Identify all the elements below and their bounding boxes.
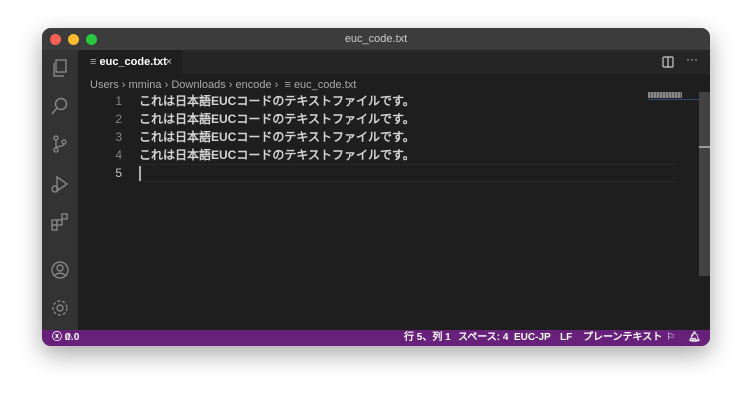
code-line: 4 これは日本語EUCコードのテキストファイルです。 [78, 146, 678, 164]
breadcrumb: Users › mmina › Downloads › encode › ≡ e… [90, 79, 357, 91]
line-number: 5 [115, 166, 122, 180]
vertical-scrollbar[interactable] [699, 92, 710, 276]
status-bar: ⓧ 0 ⚠ 0 行 5、列 1 スペース: 4 EUC-JP LF プレーンテキ… [42, 330, 710, 346]
language-mode[interactable]: プレーンテキスト [583, 330, 662, 346]
tab-euc-code[interactable]: ≡ euc_code.txt × [78, 50, 182, 74]
minimap[interactable] [648, 92, 682, 98]
editor-window: euc_code.txt ≡ euc_code.txt × ··· Users … [42, 28, 710, 346]
problems-indicator[interactable]: ⓧ 0 ⚠ 0 [52, 330, 79, 346]
minimize-window-button[interactable] [68, 34, 79, 45]
code-line: 3 これは日本語EUCコードのテキストファイルです。 [78, 128, 678, 146]
line-text: これは日本語EUCコードのテキストファイルです。 [139, 130, 415, 144]
feedback-icon[interactable]: ⚐ [666, 330, 675, 346]
breadcrumb-item[interactable]: encode [236, 79, 272, 91]
encoding[interactable]: EUC-JP [514, 330, 551, 346]
text-cursor [139, 166, 141, 181]
overview-ruler-cursor [699, 146, 710, 148]
activity-bar [42, 50, 78, 330]
source-control-icon[interactable] [50, 134, 70, 154]
breadcrumb-item[interactable]: Users [90, 79, 119, 91]
tab-label: euc_code.txt [99, 56, 167, 68]
minimap-cursor-line [648, 99, 700, 100]
breadcrumb-item[interactable]: mmina [129, 79, 162, 91]
tab-bar: ≡ euc_code.txt × ··· [78, 50, 710, 74]
more-actions-icon[interactable]: ··· [686, 52, 698, 66]
indentation[interactable]: スペース: 4 [458, 330, 508, 346]
account-icon[interactable] [50, 260, 70, 280]
cursor-position[interactable]: 行 5、列 1 [404, 330, 451, 346]
split-editor-icon[interactable] [662, 56, 674, 68]
file-lines-icon: ≡ [281, 79, 291, 91]
zoom-window-button[interactable] [86, 34, 97, 45]
close-window-button[interactable] [50, 34, 61, 45]
code-line: 1 これは日本語EUCコードのテキストファイルです。 [78, 92, 678, 110]
end-of-line[interactable]: LF [560, 330, 572, 346]
line-number: 4 [115, 148, 122, 162]
line-number: 2 [115, 112, 122, 126]
search-icon[interactable] [50, 96, 70, 116]
title-bar: euc_code.txt [42, 28, 710, 50]
extensions-icon[interactable] [50, 212, 70, 232]
line-number: 3 [115, 130, 122, 144]
error-count: 0 [64, 332, 71, 343]
line-text: これは日本語EUCコードのテキストファイルです。 [139, 112, 415, 126]
code-line: 2 これは日本語EUCコードのテキストファイルです。 [78, 110, 678, 128]
run-debug-icon[interactable] [50, 174, 70, 194]
settings-gear-icon[interactable] [50, 298, 70, 318]
notifications-bell-icon[interactable]: 🔔︎ [688, 330, 701, 346]
line-number: 1 [115, 94, 122, 108]
explorer-icon[interactable] [50, 58, 70, 78]
breadcrumb-item[interactable]: euc_code.txt [294, 79, 356, 91]
line-text: これは日本語EUCコードのテキストファイルです。 [139, 94, 415, 108]
close-tab-icon[interactable]: × [166, 50, 172, 74]
line-text: これは日本語EUCコードのテキストファイルです。 [139, 148, 415, 162]
warning-count: 0 [73, 332, 80, 343]
breadcrumb-item[interactable]: Downloads [171, 79, 225, 91]
editor-text-area[interactable]: 1 これは日本語EUCコードのテキストファイルです。 2 これは日本語EUCコードの… [78, 92, 678, 182]
window-title: euc_code.txt [344, 33, 408, 45]
current-line: 5 [78, 164, 678, 182]
